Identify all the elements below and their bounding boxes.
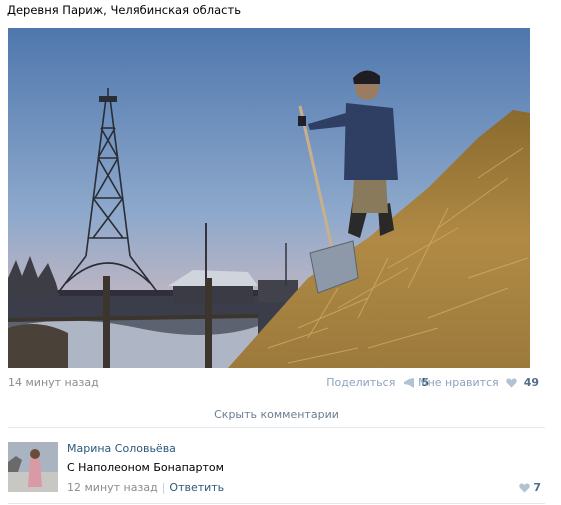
post-time[interactable]: 14 минут назад [8,376,99,389]
megaphone-icon [403,378,414,388]
reply-button[interactable]: Ответить [169,481,224,494]
like-count: 49 [523,376,539,389]
comment-meta: 12 минут назад | Ответить [67,481,224,494]
photo-image [8,28,530,368]
hide-comments-button[interactable]: Скрыть комментарии [8,403,545,428]
post-photo[interactable] [8,28,530,368]
comment-time[interactable]: 12 минут назад [67,481,158,494]
like-label: Мне нравится [418,376,499,389]
divider [8,503,545,504]
share-button[interactable]: Поделиться 5 [326,376,429,389]
comment-author[interactable]: Марина Соловьёва [67,442,176,455]
share-label: Поделиться [326,376,396,389]
heart-icon [518,483,530,493]
comment-text: С Наполеоном Бонапартом [67,461,224,474]
heart-icon [506,378,517,388]
avatar[interactable] [8,442,58,492]
post-meta: 14 минут назад Поделиться 5 Мне нравится… [8,376,539,390]
comment-like-count: 7 [533,481,541,494]
like-button[interactable]: Мне нравится 49 [418,376,539,389]
post-caption: Деревня Париж, Челябинская область [7,3,241,17]
separator: | [161,481,166,494]
avatar-image [8,442,58,492]
comment-like-button[interactable]: 7 [515,481,541,494]
comment-item: Марина Соловьёва С Наполеоном Бонапартом… [8,440,545,496]
